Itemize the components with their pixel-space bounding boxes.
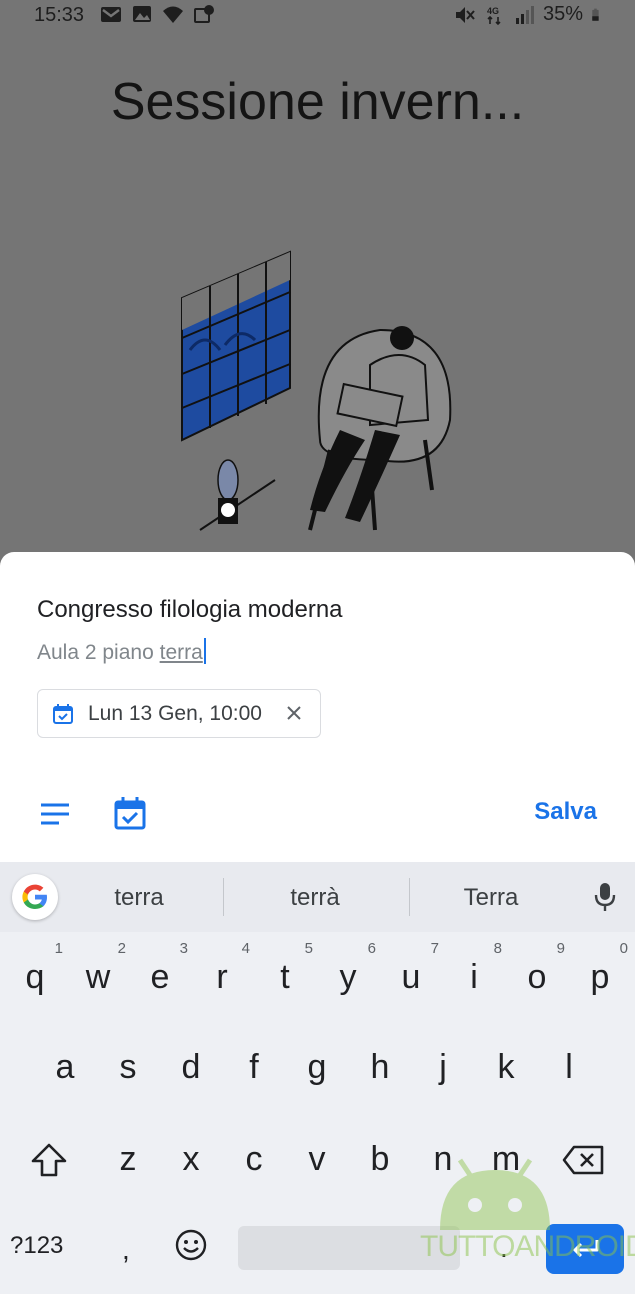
- person-reading-illustration: [181, 250, 452, 531]
- key-u[interactable]: u7: [381, 940, 441, 1012]
- key-t[interactable]: t5: [255, 940, 315, 1012]
- date-chip-label: Lun 13 Gen, 10:00: [88, 701, 262, 725]
- key-label: p: [590, 958, 610, 996]
- key-hint: 7: [430, 940, 439, 957]
- key-hint: 5: [304, 940, 313, 957]
- notification-icons: [100, 3, 215, 25]
- key-label: o: [527, 958, 547, 996]
- key-w[interactable]: w2: [68, 940, 128, 1012]
- symbols-key[interactable]: ?123: [10, 1232, 63, 1260]
- key-o[interactable]: o9: [507, 940, 567, 1012]
- key-label: w: [85, 958, 111, 996]
- key-hint: 1: [54, 940, 63, 957]
- key-q[interactable]: q1: [5, 940, 65, 1012]
- calendar-check-icon[interactable]: [114, 796, 146, 830]
- save-button[interactable]: Salva: [534, 798, 597, 826]
- key-hint: 3: [179, 940, 188, 957]
- key-a[interactable]: a: [35, 1032, 95, 1102]
- text-caret: [203, 638, 206, 664]
- close-icon[interactable]: [282, 701, 306, 725]
- wifi-icon: [163, 6, 183, 23]
- mute-icon: [455, 6, 475, 23]
- key-x[interactable]: x: [161, 1124, 221, 1194]
- key-hint: 2: [117, 940, 126, 957]
- key-z[interactable]: z: [98, 1124, 158, 1194]
- suggestion-divider: [223, 878, 224, 916]
- key-d[interactable]: d: [161, 1032, 221, 1102]
- image-icon: [133, 6, 151, 22]
- suggestion-1[interactable]: terra: [64, 884, 214, 912]
- key-e[interactable]: e3: [130, 940, 190, 1012]
- system-icons: 4G 35%: [453, 3, 605, 26]
- key-l[interactable]: l: [539, 1032, 599, 1102]
- key-hint: 0: [619, 940, 628, 957]
- signal-icon: [515, 5, 534, 24]
- key-h[interactable]: h: [350, 1032, 410, 1102]
- key-g[interactable]: g: [287, 1032, 347, 1102]
- calendar-check-icon: [53, 703, 73, 724]
- key-label: e: [150, 958, 170, 996]
- key-j[interactable]: j: [413, 1032, 473, 1102]
- android-watermark-icon: [440, 1158, 550, 1230]
- new-task-sheet: Congresso filologia moderna Aula 2 piano…: [0, 552, 635, 862]
- watermark-text: TUTTOANDROID: [420, 1230, 635, 1263]
- key-c[interactable]: c: [224, 1124, 284, 1194]
- key-b[interactable]: b: [350, 1124, 410, 1194]
- key-f[interactable]: f: [224, 1032, 284, 1102]
- comma-key[interactable]: ,: [122, 1234, 130, 1266]
- add-details-icon[interactable]: [40, 802, 70, 826]
- suggestion-divider: [409, 878, 410, 916]
- key-hint: 9: [556, 940, 565, 957]
- task-title-input[interactable]: Congresso filologia moderna: [37, 596, 343, 624]
- key-label: r: [216, 958, 228, 996]
- key-hint: 4: [241, 940, 250, 957]
- key-label: u: [401, 958, 421, 996]
- key-v[interactable]: v: [287, 1124, 347, 1194]
- location-icon: [194, 5, 214, 23]
- key-y[interactable]: y6: [318, 940, 378, 1012]
- key-i[interactable]: i8: [444, 940, 504, 1012]
- key-p[interactable]: p0: [570, 940, 630, 1012]
- network-4g-icon: 4G: [487, 6, 501, 25]
- battery-percent: 35%: [542, 3, 583, 25]
- task-details-input[interactable]: Aula 2 piano terra: [37, 638, 206, 665]
- details-composing-word: terra: [159, 641, 203, 664]
- key-hint: 6: [367, 940, 376, 957]
- key-r[interactable]: r4: [192, 940, 252, 1012]
- shift-icon[interactable]: [30, 1142, 68, 1178]
- key-s[interactable]: s: [98, 1032, 158, 1102]
- date-chip[interactable]: Lun 13 Gen, 10:00: [37, 689, 321, 738]
- emoji-icon[interactable]: [174, 1228, 208, 1262]
- gmail-icon: [101, 7, 121, 22]
- key-label: y: [339, 958, 357, 996]
- key-hint: 8: [493, 940, 502, 957]
- page-title: Sessione invern...: [110, 73, 525, 131]
- suggestion-3[interactable]: Terra: [416, 884, 566, 912]
- microphone-icon[interactable]: [593, 882, 617, 912]
- key-label: i: [470, 958, 478, 996]
- key-k[interactable]: k: [476, 1032, 536, 1102]
- suggestion-2[interactable]: terrà: [240, 884, 390, 912]
- battery-icon: [592, 8, 599, 21]
- google-logo-icon[interactable]: [12, 874, 58, 920]
- details-text: Aula 2 piano: [37, 641, 160, 664]
- key-label: t: [280, 958, 290, 996]
- status-time: 15:33: [34, 4, 85, 26]
- background-app: 15:33 4G 35% Sessione invern...: [0, 0, 635, 560]
- key-label: q: [25, 958, 45, 996]
- svg-text:4G: 4G: [487, 6, 499, 16]
- suggestion-bar: terra terrà Terra: [0, 862, 635, 932]
- status-bar: 15:33 4G 35%: [0, 0, 635, 30]
